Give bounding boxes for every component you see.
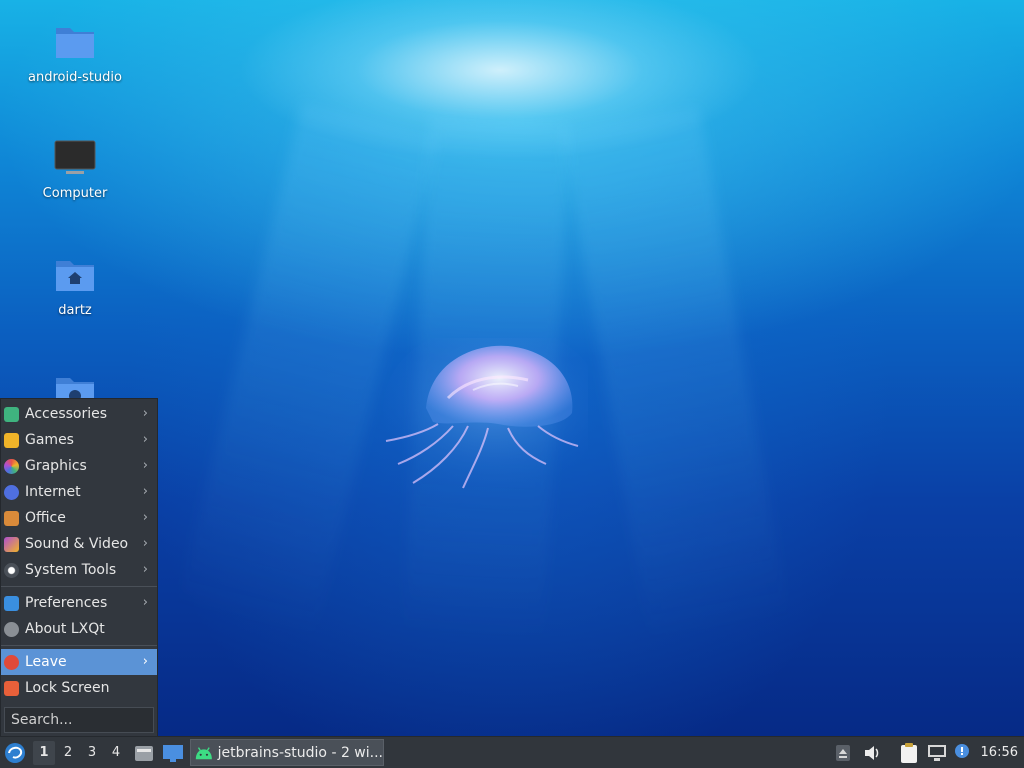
menu-item-label: Leave: [25, 654, 67, 670]
menu-item-office[interactable]: Office ›: [1, 505, 157, 531]
menu-separator: [1, 645, 157, 646]
menu-item-lock-screen[interactable]: Lock Screen: [1, 675, 157, 701]
sound-video-icon: [4, 537, 19, 552]
tray-eject[interactable]: [835, 737, 851, 768]
chevron-right-icon: ›: [142, 406, 148, 421]
menu-item-label: Office: [25, 510, 66, 526]
quicklaunch-show-desktop[interactable]: [162, 737, 184, 768]
taskbar: 1 2 3 4 jetbrains-studio - 2 wi... 16:56: [0, 736, 1024, 768]
chevron-right-icon: ›: [142, 458, 148, 473]
menu-search-input[interactable]: [4, 707, 154, 733]
chevron-right-icon: ›: [142, 484, 148, 499]
workspace-2-button[interactable]: 2: [57, 741, 79, 765]
desktop-icon-label: dartz: [58, 303, 92, 318]
file-manager-icon: [135, 745, 153, 761]
graphics-icon: [4, 459, 19, 474]
chevron-right-icon: ›: [142, 654, 148, 669]
menu-separator: [1, 586, 157, 587]
menu-item-label: Internet: [25, 484, 81, 500]
notification-icon: [955, 743, 969, 758]
task-button-jetbrains-studio[interactable]: jetbrains-studio - 2 wi...: [190, 739, 384, 766]
tray-notifications[interactable]: [953, 737, 971, 768]
workspace-1-button[interactable]: 1: [33, 740, 55, 765]
menu-item-system-tools[interactable]: System Tools ›: [1, 557, 157, 583]
accessories-icon: [4, 407, 19, 422]
quicklaunch-file-manager[interactable]: [134, 737, 154, 768]
workspace-4-button[interactable]: 4: [105, 741, 127, 765]
network-icon: [928, 744, 946, 761]
menu-item-label: About LXQt: [25, 621, 105, 637]
menu-item-games[interactable]: Games ›: [1, 427, 157, 453]
menu-item-about-lxqt[interactable]: About LXQt: [1, 616, 157, 642]
desktop-icon-dartz[interactable]: dartz: [20, 255, 130, 318]
clipboard-icon: [901, 742, 917, 763]
chevron-right-icon: ›: [142, 432, 148, 447]
chevron-right-icon: ›: [142, 595, 148, 610]
light-ray: [561, 107, 790, 645]
about-icon: [4, 622, 19, 637]
menu-item-label: Preferences: [25, 595, 108, 611]
desktop-icon-computer[interactable]: Computer: [20, 138, 130, 201]
menu-item-internet[interactable]: Internet ›: [1, 479, 157, 505]
tray-volume[interactable]: [863, 737, 881, 768]
chevron-right-icon: ›: [142, 510, 148, 525]
system-tools-icon: [4, 563, 19, 578]
menu-item-label: Graphics: [25, 458, 87, 474]
volume-icon: [865, 745, 879, 760]
chevron-right-icon: ›: [142, 562, 148, 577]
home-folder-icon: [56, 261, 94, 291]
task-button-label: jetbrains-studio - 2 wi...: [217, 744, 383, 761]
computer-icon: [54, 140, 96, 174]
internet-icon: [4, 485, 19, 500]
tray-clipboard[interactable]: [900, 737, 918, 768]
show-desktop-icon: [163, 744, 183, 762]
menu-item-accessories[interactable]: Accessories ›: [1, 401, 157, 427]
power-icon: [4, 655, 19, 670]
tray-network[interactable]: [927, 737, 947, 768]
menu-item-label: Games: [25, 432, 74, 448]
workspace-switcher: 1 2 3 4: [33, 737, 127, 768]
desktop-icon-label: android-studio: [28, 70, 122, 85]
menu-item-label: Lock Screen: [25, 680, 110, 696]
clock[interactable]: 16:56: [981, 737, 1018, 768]
menu-item-label: Sound & Video: [25, 536, 129, 552]
eject-icon: [836, 744, 850, 761]
chevron-right-icon: ›: [142, 536, 148, 551]
menu-item-label: System Tools: [25, 562, 117, 578]
jellyfish-wallpaper-image: [383, 338, 588, 493]
menu-item-sound-video[interactable]: Sound & Video ›: [1, 531, 157, 557]
preferences-icon: [4, 596, 19, 611]
android-icon: [195, 746, 212, 759]
start-menu-button[interactable]: [4, 737, 28, 768]
folder-icon: [56, 28, 94, 58]
workspace-3-button[interactable]: 3: [81, 741, 103, 765]
menu-item-preferences[interactable]: Preferences ›: [1, 590, 157, 616]
lxqt-logo-icon: [5, 742, 25, 763]
desktop-icon-android-studio[interactable]: android-studio: [20, 22, 130, 85]
menu-item-leave[interactable]: Leave ›: [1, 649, 157, 675]
desktop-icon-label: Computer: [42, 186, 108, 201]
menu-item-label: Accessories: [25, 406, 108, 422]
lock-icon: [4, 681, 19, 696]
games-icon: [4, 433, 19, 448]
office-icon: [4, 511, 19, 526]
start-menu[interactable]: Accessories › Games › Graphics › Interne…: [0, 398, 158, 737]
menu-item-graphics[interactable]: Graphics ›: [1, 453, 157, 479]
